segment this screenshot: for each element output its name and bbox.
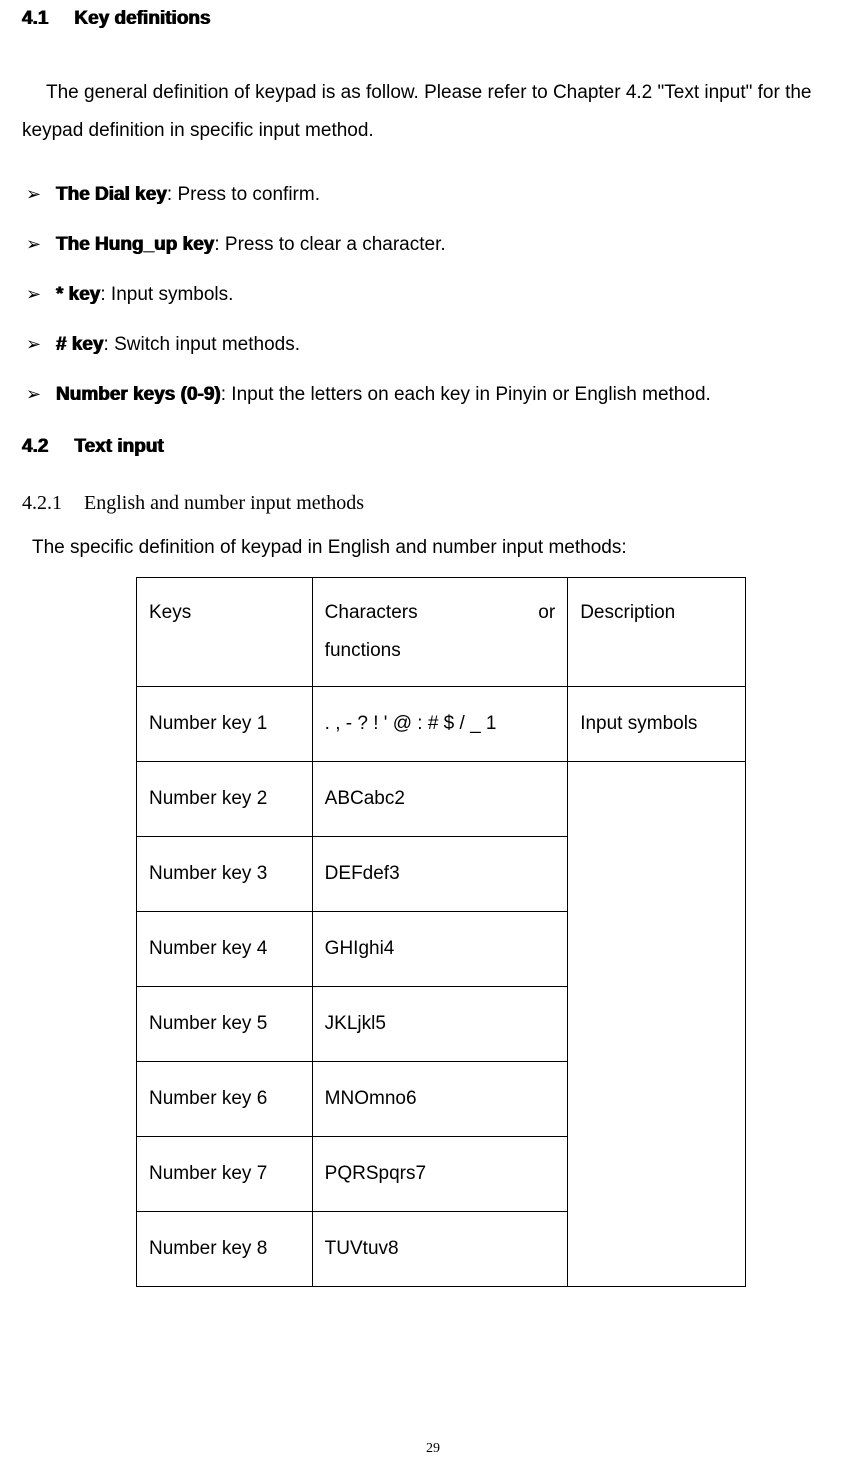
section-421-heading: 4.2.1 English and number input methods (22, 492, 844, 515)
section-41-intro: The general definition of keypad is as f… (22, 74, 844, 150)
section-41-heading: 4.1 Key definitions (22, 8, 844, 30)
term: The Dial key (56, 184, 167, 205)
header-keys: Keys (137, 578, 313, 687)
section-421-number: 4.2.1 (22, 492, 62, 515)
desc: : Press to clear a character. (214, 234, 445, 255)
cell-key: Number key 8 (137, 1212, 313, 1287)
term: * key (56, 284, 100, 305)
table-intro: The specific definition of keypad in Eng… (22, 537, 844, 559)
cell-chars: . , - ? ! ' @ : # $ / _ 1 (312, 687, 568, 762)
cell-key: Number key 1 (137, 687, 313, 762)
page-number: 29 (426, 1441, 440, 1457)
section-42-heading: 4.2 Text input (22, 436, 844, 458)
key-definitions-list: The Dial key: Press to confirm. The Hung… (22, 184, 844, 406)
keypad-table: Keys Charactersor functions Description … (136, 577, 746, 1287)
section-41-title: Key definitions (74, 8, 210, 29)
desc: : Input the letters on each key in Pinyi… (221, 384, 711, 405)
cell-chars: PQRSpqrs7 (312, 1137, 568, 1212)
cell-chars: TUVtuv8 (312, 1212, 568, 1287)
cell-key: Number key 7 (137, 1137, 313, 1212)
cell-chars: GHIghi4 (312, 912, 568, 987)
cell-key: Number key 5 (137, 987, 313, 1062)
header-description: Description (568, 578, 746, 687)
list-item: Number keys (0-9): Input the letters on … (22, 384, 844, 406)
list-item: # key: Switch input methods. (22, 334, 844, 356)
section-42-number: 4.2 (22, 436, 48, 458)
section-421-title: English and number input methods (84, 492, 364, 514)
term: The Hung_up key (56, 234, 214, 255)
term: # key (56, 334, 104, 355)
desc: : Switch input methods. (104, 334, 300, 355)
table-row: Number key 2 ABCabc2 (137, 762, 746, 837)
desc: : Press to confirm. (167, 184, 320, 205)
section-41-number: 4.1 (22, 8, 48, 30)
table-header-row: Keys Charactersor functions Description (137, 578, 746, 687)
list-item: The Hung_up key: Press to clear a charac… (22, 234, 844, 256)
desc: : Input symbols. (100, 284, 233, 305)
table-row: Number key 1 . , - ? ! ' @ : # $ / _ 1 I… (137, 687, 746, 762)
cell-chars: JKLjkl5 (312, 987, 568, 1062)
list-item: The Dial key: Press to confirm. (22, 184, 844, 206)
cell-chars: ABCabc2 (312, 762, 568, 837)
cell-desc-merged (568, 762, 746, 1287)
cell-key: Number key 6 (137, 1062, 313, 1137)
cell-chars: DEFdef3 (312, 837, 568, 912)
term: Number keys (0-9) (56, 384, 221, 405)
cell-key: Number key 4 (137, 912, 313, 987)
header-characters: Charactersor functions (312, 578, 568, 687)
cell-key: Number key 3 (137, 837, 313, 912)
list-item: * key: Input symbols. (22, 284, 844, 306)
cell-key: Number key 2 (137, 762, 313, 837)
cell-desc: Input symbols (568, 687, 746, 762)
section-42-title: Text input (74, 436, 163, 457)
cell-chars: MNOmno6 (312, 1062, 568, 1137)
